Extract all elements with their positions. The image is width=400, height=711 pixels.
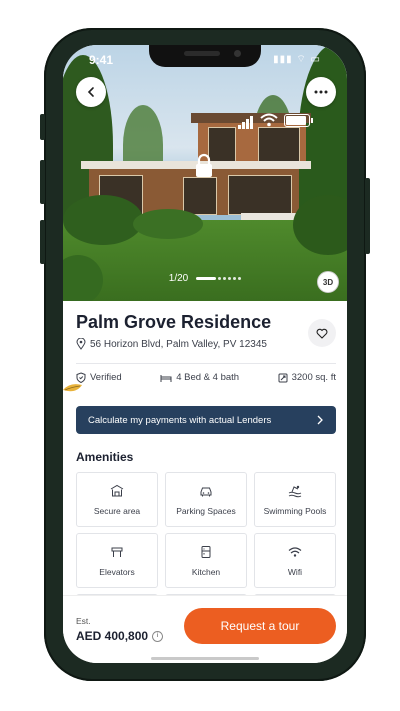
home-indicator bbox=[151, 657, 259, 660]
favorite-button[interactable] bbox=[308, 319, 336, 347]
phone-screen: 9:41 ▮▮▮ ⌔ ▭ 1/20 3D Palm Grove Residenc… bbox=[63, 45, 347, 663]
address-text: 56 Horizon Blvd, Palm Valley, PV 12345 bbox=[90, 338, 267, 350]
property-address: 56 Horizon Blvd, Palm Valley, PV 12345 bbox=[76, 338, 267, 350]
wifi-icon bbox=[260, 113, 278, 127]
amenity-label: Wifi bbox=[287, 566, 303, 577]
property-stats: Verified 4 Bed & 4 bath 3200 sq. ft bbox=[76, 372, 336, 383]
back-button[interactable] bbox=[76, 77, 106, 107]
view-3d-button[interactable]: 3D bbox=[317, 271, 339, 293]
status-icons: ▮▮▮ ⌔ ▭ bbox=[273, 54, 321, 65]
fridge-icon bbox=[201, 545, 211, 558]
amenity-label: Parking Spaces bbox=[176, 505, 236, 516]
volume-up-button bbox=[40, 160, 45, 204]
bed-icon bbox=[160, 374, 172, 382]
stat-area: 3200 sq. ft bbox=[278, 372, 336, 383]
car-icon bbox=[200, 487, 212, 496]
stat-verified-label: Verified bbox=[90, 372, 122, 383]
amenity-label: Kitchen bbox=[191, 566, 221, 577]
status-time: 9:41 bbox=[89, 53, 114, 67]
chevron-left-icon bbox=[87, 87, 94, 97]
amenity-parking[interactable]: Parking Spaces bbox=[165, 472, 247, 527]
pool-icon bbox=[288, 485, 302, 497]
property-title: Palm Grove Residence bbox=[76, 312, 272, 332]
gallery-counter: 1/20 bbox=[168, 273, 189, 284]
calculate-payments-banner[interactable]: Calculate my payments with actual Lender… bbox=[76, 406, 336, 434]
property-hero-image[interactable]: 9:41 ▮▮▮ ⌔ ▭ 1/20 3D bbox=[63, 45, 347, 301]
bottom-action-bar: Est. AED 400,800 i Request a tour bbox=[63, 595, 347, 663]
price-value: AED 400,800 bbox=[76, 629, 149, 643]
amenity-label: Secure area bbox=[93, 505, 141, 516]
more-options-button[interactable] bbox=[306, 77, 336, 107]
mute-switch bbox=[40, 114, 45, 140]
signal-bars-icon bbox=[238, 111, 254, 129]
power-button bbox=[365, 178, 370, 254]
security-building-icon bbox=[110, 484, 124, 496]
stat-bed-bath: 4 Bed & 4 bath bbox=[160, 372, 239, 383]
wifi-icon bbox=[288, 546, 302, 557]
more-horizontal-icon bbox=[314, 90, 328, 94]
amenity-kitchen[interactable]: Kitchen bbox=[165, 533, 247, 588]
chevron-right-icon bbox=[317, 415, 323, 425]
gallery-dots bbox=[196, 277, 242, 280]
divider bbox=[76, 363, 336, 364]
amenity-label: Swimming Pools bbox=[263, 505, 327, 516]
gallery-indicator: 1/20 bbox=[63, 273, 347, 284]
location-pin-icon bbox=[76, 338, 86, 350]
lender-banner-label: Calculate my payments with actual Lender… bbox=[88, 414, 272, 426]
amenities-heading: Amenities bbox=[76, 450, 134, 464]
amenity-wifi[interactable]: Wifi bbox=[254, 533, 336, 588]
request-tour-button[interactable]: Request a tour bbox=[184, 608, 336, 644]
info-icon[interactable]: i bbox=[152, 630, 164, 642]
estimate-label: Est. bbox=[76, 616, 91, 626]
heart-icon bbox=[316, 328, 328, 339]
overlay-status-icons bbox=[238, 111, 313, 129]
area-icon bbox=[278, 373, 288, 382]
phone-notch bbox=[149, 45, 261, 67]
leaf-decoration bbox=[63, 384, 82, 392]
elevator-icon bbox=[111, 547, 123, 557]
amenity-secure-area[interactable]: Secure area bbox=[76, 472, 158, 527]
amenity-label: Elevators bbox=[99, 566, 135, 577]
lock-icon bbox=[196, 153, 212, 177]
stat-area-label: 3200 sq. ft bbox=[291, 372, 336, 383]
estimated-price: AED 400,800 i bbox=[76, 629, 164, 643]
amenities-grid: Secure area Parking Spaces Swimming Pool… bbox=[76, 472, 337, 615]
amenity-swimming-pools[interactable]: Swimming Pools bbox=[254, 472, 336, 527]
battery-icon bbox=[284, 113, 313, 127]
amenity-elevators[interactable]: Elevators bbox=[76, 533, 158, 588]
stat-bed-bath-label: 4 Bed & 4 bath bbox=[176, 372, 240, 383]
volume-down-button bbox=[40, 220, 45, 264]
